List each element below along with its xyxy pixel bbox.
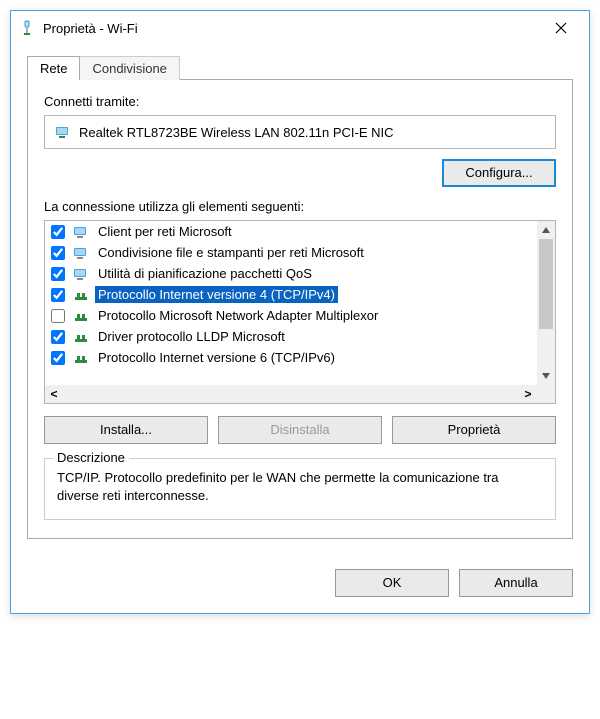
scroll-thumb[interactable] bbox=[539, 239, 553, 329]
description-text: TCP/IP. Protocollo predefinito per le WA… bbox=[57, 469, 543, 505]
item-label: Client per reti Microsoft bbox=[95, 223, 235, 240]
tab-strip: Rete Condivisione bbox=[27, 56, 573, 80]
properties-button[interactable]: Proprietà bbox=[392, 416, 556, 444]
horizontal-scrollbar[interactable]: < > bbox=[45, 385, 555, 403]
list-item[interactable]: Protocollo Internet versione 6 (TCP/IPv6… bbox=[45, 347, 537, 368]
components-listbox[interactable]: Client per reti Microsoft Condivisione fi… bbox=[44, 220, 556, 404]
tab-panel-rete: Connetti tramite: Realtek RTL8723BE Wire… bbox=[27, 79, 573, 539]
list-item[interactable]: Condivisione file e stampanti per reti M… bbox=[45, 242, 537, 263]
scroll-corner bbox=[537, 385, 555, 403]
connect-using-label: Connetti tramite: bbox=[44, 94, 556, 109]
cancel-button[interactable]: Annulla bbox=[459, 569, 573, 597]
item-checkbox[interactable] bbox=[51, 309, 65, 323]
ok-button[interactable]: OK bbox=[335, 569, 449, 597]
list-item[interactable]: Protocollo Microsoft Network Adapter Mul… bbox=[45, 305, 537, 326]
titlebar: Proprietà - Wi-Fi bbox=[11, 11, 589, 45]
properties-dialog: Proprietà - Wi-Fi Rete Condivisione Conn… bbox=[10, 10, 590, 614]
uninstall-button: Disinstalla bbox=[218, 416, 382, 444]
item-label: Protocollo Internet versione 4 (TCP/IPv4… bbox=[95, 286, 338, 303]
tab-condivisione[interactable]: Condivisione bbox=[79, 56, 179, 80]
adapter-field[interactable]: Realtek RTL8723BE Wireless LAN 802.11n P… bbox=[44, 115, 556, 149]
protocol-icon bbox=[73, 308, 89, 324]
scroll-left-icon[interactable]: < bbox=[45, 385, 63, 403]
adapter-name: Realtek RTL8723BE Wireless LAN 802.11n P… bbox=[79, 125, 394, 140]
scroll-down-icon[interactable] bbox=[537, 367, 555, 385]
dialog-content: Rete Condivisione Connetti tramite: Real… bbox=[11, 45, 589, 555]
client-icon bbox=[73, 224, 89, 240]
item-checkbox[interactable] bbox=[51, 330, 65, 344]
client-icon bbox=[73, 266, 89, 282]
close-icon bbox=[555, 22, 567, 34]
item-checkbox[interactable] bbox=[51, 225, 65, 239]
install-button[interactable]: Installa... bbox=[44, 416, 208, 444]
item-checkbox[interactable] bbox=[51, 267, 65, 281]
item-label: Protocollo Internet versione 6 (TCP/IPv6… bbox=[95, 349, 338, 366]
description-title: Descrizione bbox=[53, 450, 129, 465]
item-label: Condivisione file e stampanti per reti M… bbox=[95, 244, 367, 261]
protocol-icon bbox=[73, 287, 89, 303]
scroll-right-icon[interactable]: > bbox=[519, 385, 537, 403]
item-checkbox[interactable] bbox=[51, 288, 65, 302]
vertical-scrollbar[interactable] bbox=[537, 221, 555, 385]
item-checkbox[interactable] bbox=[51, 351, 65, 365]
network-adapter-icon bbox=[55, 124, 71, 140]
list-item[interactable]: Client per reti Microsoft bbox=[45, 221, 537, 242]
item-label: Protocollo Microsoft Network Adapter Mul… bbox=[95, 307, 381, 324]
window-title: Proprietà - Wi-Fi bbox=[43, 21, 541, 36]
wifi-adapter-icon bbox=[19, 20, 35, 36]
component-buttons: Installa... Disinstalla Proprietà bbox=[44, 416, 556, 444]
protocol-icon bbox=[73, 350, 89, 366]
list-item[interactable]: Protocollo Internet versione 4 (TCP/IPv4… bbox=[45, 284, 537, 305]
scroll-up-icon[interactable] bbox=[537, 221, 555, 239]
client-icon bbox=[73, 245, 89, 261]
items-label: La connessione utilizza gli elementi seg… bbox=[44, 199, 556, 214]
configure-button[interactable]: Configura... bbox=[442, 159, 556, 187]
item-checkbox[interactable] bbox=[51, 246, 65, 260]
description-groupbox: Descrizione TCP/IP. Protocollo predefini… bbox=[44, 458, 556, 520]
dialog-button-row: OK Annulla bbox=[11, 555, 589, 613]
item-label: Driver protocollo LLDP Microsoft bbox=[95, 328, 288, 345]
list-item[interactable]: Utilità di pianificazione pacchetti QoS bbox=[45, 263, 537, 284]
protocol-icon bbox=[73, 329, 89, 345]
close-button[interactable] bbox=[541, 14, 581, 42]
item-label: Utilità di pianificazione pacchetti QoS bbox=[95, 265, 315, 282]
list-item[interactable]: Driver protocollo LLDP Microsoft bbox=[45, 326, 537, 347]
tab-rete[interactable]: Rete bbox=[27, 56, 80, 80]
